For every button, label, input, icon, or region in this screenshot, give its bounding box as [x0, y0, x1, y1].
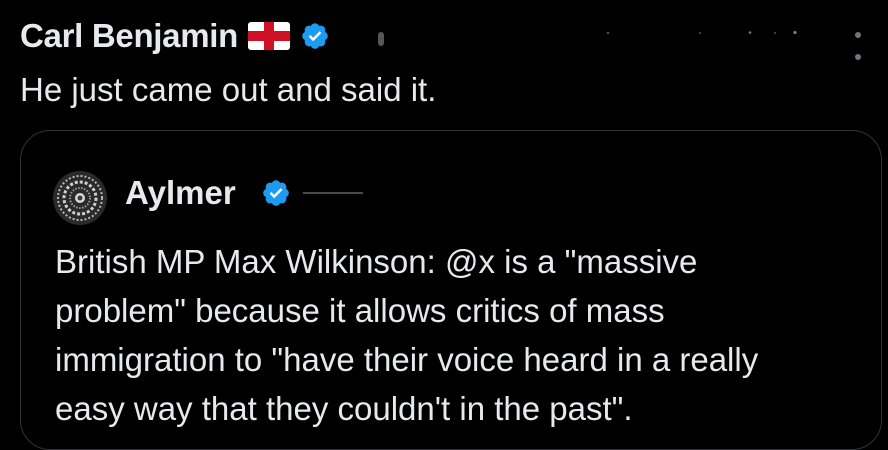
verified-badge-icon	[302, 23, 328, 49]
mandala-avatar-icon	[53, 171, 107, 225]
england-flag-icon	[248, 22, 290, 50]
quoted-text-line: easy way that they couldn't in the past"…	[55, 390, 633, 427]
quoted-text-line: immigration to "have their voice heard i…	[55, 341, 759, 378]
verified-badge-icon	[263, 180, 289, 206]
tweet-text: He just came out and said it.	[20, 71, 437, 108]
obscured-handle	[378, 32, 384, 46]
quoted-tweet-text: British MP Max Wilkinson: @x is a "massi…	[55, 237, 855, 433]
more-options-icon[interactable]	[850, 32, 866, 60]
avatar[interactable]	[53, 171, 107, 225]
author-name[interactable]: Carl Benjamin	[20, 17, 238, 55]
quoted-text-line: British MP Max Wilkinson: @x is a "massi…	[55, 243, 698, 280]
tweet-header: Carl Benjamin	[20, 14, 330, 58]
obscured-metadata	[606, 31, 797, 35]
obscured-handle	[303, 192, 363, 194]
quoted-text-line: problem" because it allows critics of ma…	[55, 292, 665, 329]
quoted-tweet-card[interactable]: Aylmer British MP Max Wilkinson: @x is a…	[20, 130, 882, 450]
quoted-author-name[interactable]: Aylmer	[125, 171, 236, 215]
